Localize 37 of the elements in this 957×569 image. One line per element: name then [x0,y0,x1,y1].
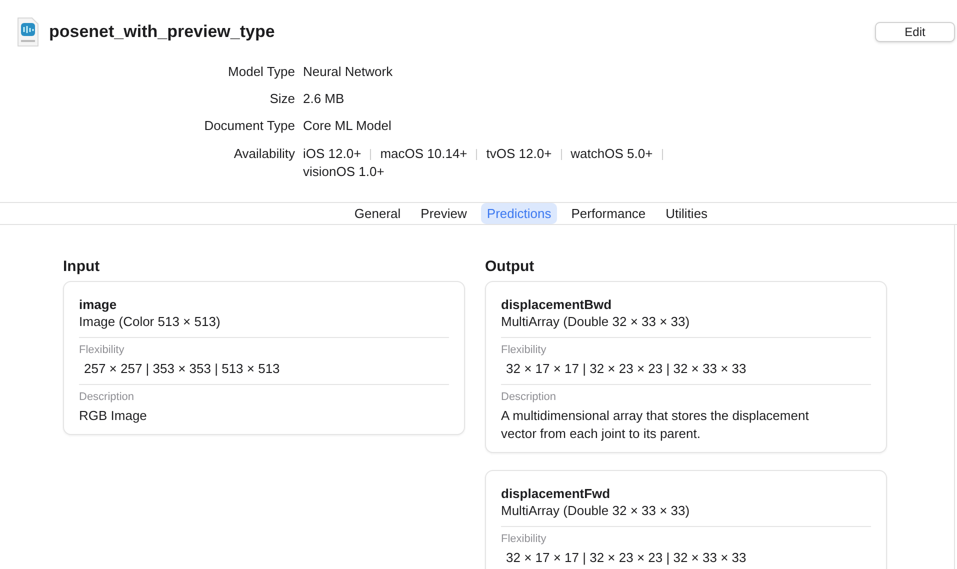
section-value: RGB Image [79,406,148,424]
model-title: posenet_with_preview_type [49,21,276,44]
section-heading: Input [63,257,101,277]
edit-button[interactable]: Edit [875,22,955,42]
section-value: 32 × 17 × 17 | 32 × 23 × 23 | 32 × 33 × 33 [505,548,748,566]
section-label: Flexibility [501,342,548,358]
platform-version: macOS 10.14+ [380,145,468,163]
platform-version: visionOS 1.0+ [303,163,384,181]
tab[interactable]: General [348,203,407,224]
field-label: Availability [232,145,295,163]
model-file-icon [17,17,39,47]
field-label: Model Type [227,64,295,81]
feature-name: displacementBwd [501,296,613,312]
field-value: Neural Network [303,64,394,81]
feature-name: displacementFwd [501,484,612,502]
feature-type: MultiArray (Double 32 × 33 × 33) [501,312,691,330]
tab[interactable]: Utilities [660,203,714,224]
platform-version: iOS 12.0+ [303,145,362,163]
feature-type: MultiArray (Double 32 × 33 × 33) [501,502,691,520]
section-label: Description [501,390,558,404]
field-value: 2.6 MB [303,91,346,108]
section-value: A multidimensional array that stores the displacement vector from each joint to its parent. [501,406,810,442]
section-value: 257 × 257 | 353 × 353 | 513 × 513 [83,360,281,378]
section-label: Flexibility [501,532,548,546]
field-label: Size [268,91,295,108]
field-label: Document Type [203,118,295,135]
platform-version: watchOS 5.0+ [570,145,653,163]
section-heading: Output [485,257,536,277]
section-label: Flexibility [79,342,126,358]
section-label: Description [79,390,136,404]
field-value: Core ML Model [303,118,392,135]
feature-type: Image (Color 513 × 513) [79,312,222,330]
section-value: 32 × 17 × 17 | 32 × 23 × 23 | 32 × 33 × 33 [505,360,748,378]
platform-version: tvOS 12.0+ [486,145,552,163]
tab[interactable]: Preview [414,203,473,224]
feature-name: image [79,296,118,312]
tab[interactable]: Performance [565,203,652,224]
